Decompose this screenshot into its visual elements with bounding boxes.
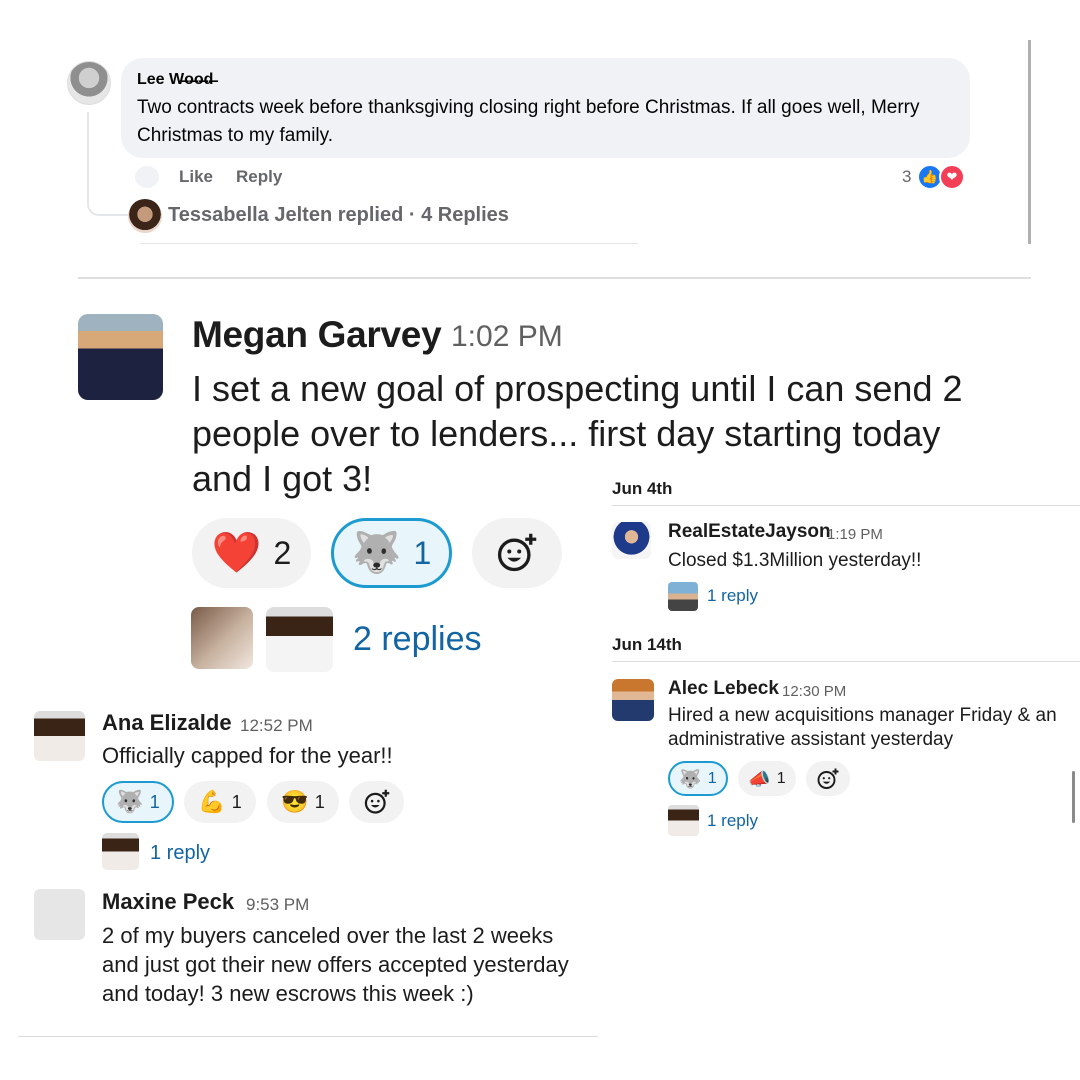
date-divider [612, 505, 1080, 506]
message-author[interactable]: Alec Lebeck [668, 678, 779, 700]
replies-link[interactable]: 1 reply [150, 842, 210, 865]
reaction-count: 1 [231, 791, 242, 812]
reaction-count: 1 [314, 791, 325, 812]
message-author[interactable]: RealEstateJayson [668, 521, 831, 543]
replies-link[interactable]: 2 replies [353, 620, 482, 659]
replier-avatar [128, 199, 162, 233]
section-divider [78, 277, 1031, 279]
add-reaction-button[interactable] [349, 781, 404, 823]
avatar[interactable] [34, 889, 85, 940]
replier-avatar[interactable] [266, 607, 333, 672]
avatar[interactable] [612, 679, 654, 721]
avatar[interactable] [612, 522, 651, 559]
message-timestamp[interactable]: 12:30 PM [782, 683, 846, 700]
date-divider [612, 661, 1080, 662]
love-icon: ❤ [939, 164, 965, 190]
message-text: Officially capped for the year!! [102, 743, 393, 768]
reaction-megaphone-button[interactable]: 📣 1 [738, 761, 796, 796]
avatar[interactable] [67, 61, 111, 105]
comment-author[interactable]: Lee W̶o̶o̶d̶ [137, 71, 213, 89]
sunglasses-icon: 😎 [281, 789, 309, 814]
message-text: Hired a new acquisitions manager Friday … [668, 705, 1057, 750]
message-author[interactable]: Megan Garvey [192, 314, 442, 356]
date-divider-label: Jun 14th [612, 635, 682, 654]
heart-icon: ❤️ [211, 531, 262, 575]
message-author[interactable]: Ana Elizalde [102, 710, 232, 736]
add-reaction-button[interactable] [472, 518, 562, 588]
message-timestamp[interactable]: 9:53 PM [246, 895, 309, 915]
reaction-count: 1 [776, 769, 786, 787]
reaction-count: 1 [413, 534, 432, 571]
add-reaction-icon [364, 789, 389, 814]
replier-avatar[interactable] [668, 582, 698, 611]
reaction-count[interactable]: 3 [902, 167, 911, 187]
reaction-wolf-button[interactable]: 🐺 1 [668, 761, 728, 796]
reaction-flexed-bicep-button[interactable]: 💪 1 [184, 781, 256, 823]
megaphone-icon: 📣 [748, 768, 771, 789]
wolf-icon: 🐺 [351, 531, 402, 575]
reaction-wolf-button[interactable]: 🐺 1 [331, 518, 452, 588]
reaction-sunglasses-button[interactable]: 😎 1 [267, 781, 339, 823]
divider [140, 243, 638, 244]
message-timestamp[interactable]: 1:19 PM [827, 526, 883, 543]
message-text: Closed $1.3Million yesterday!! [668, 550, 922, 571]
replier-avatar[interactable] [668, 805, 699, 836]
scrollbar[interactable] [1072, 771, 1075, 823]
reaction-count: 1 [707, 769, 717, 787]
avatar[interactable] [34, 711, 85, 761]
message-text: I set a new goal of prospecting until I … [192, 368, 963, 499]
like-button[interactable]: Like [179, 167, 213, 187]
message-timestamp[interactable]: 1:02 PM [451, 320, 563, 354]
reaction-placeholder-icon [135, 166, 159, 188]
reaction-count: 1 [149, 791, 160, 812]
message-text: 2 of my buyers canceled over the last 2 … [102, 923, 569, 1006]
message-timestamp[interactable]: 12:52 PM [240, 716, 313, 736]
replier-avatar[interactable] [191, 607, 253, 669]
add-reaction-icon [817, 768, 839, 789]
add-reaction-button[interactable] [806, 761, 850, 796]
wolf-icon: 🐺 [679, 768, 702, 789]
scrollbar[interactable] [1028, 40, 1031, 244]
flexed-bicep-icon: 💪 [198, 789, 226, 814]
message-author[interactable]: Maxine Peck [102, 889, 234, 915]
comment-text: Two contracts week before thanksgiving c… [137, 97, 920, 146]
divider [18, 1036, 598, 1037]
replies-link[interactable]: 1 reply [707, 811, 758, 831]
reaction-heart-button[interactable]: ❤️ 2 [192, 518, 311, 588]
reply-button[interactable]: Reply [236, 167, 282, 187]
date-divider-label: Jun 4th [612, 479, 673, 498]
reaction-count: 2 [273, 534, 292, 571]
replies-link[interactable]: 1 reply [707, 586, 758, 606]
wolf-icon: 🐺 [116, 789, 144, 814]
view-replies-link[interactable]: Tessabella Jelten replied · 4 Replies [168, 204, 509, 227]
avatar[interactable] [78, 314, 163, 400]
add-reaction-icon [497, 533, 537, 572]
replier-avatar[interactable] [102, 833, 139, 870]
reaction-wolf-button[interactable]: 🐺 1 [102, 781, 174, 823]
